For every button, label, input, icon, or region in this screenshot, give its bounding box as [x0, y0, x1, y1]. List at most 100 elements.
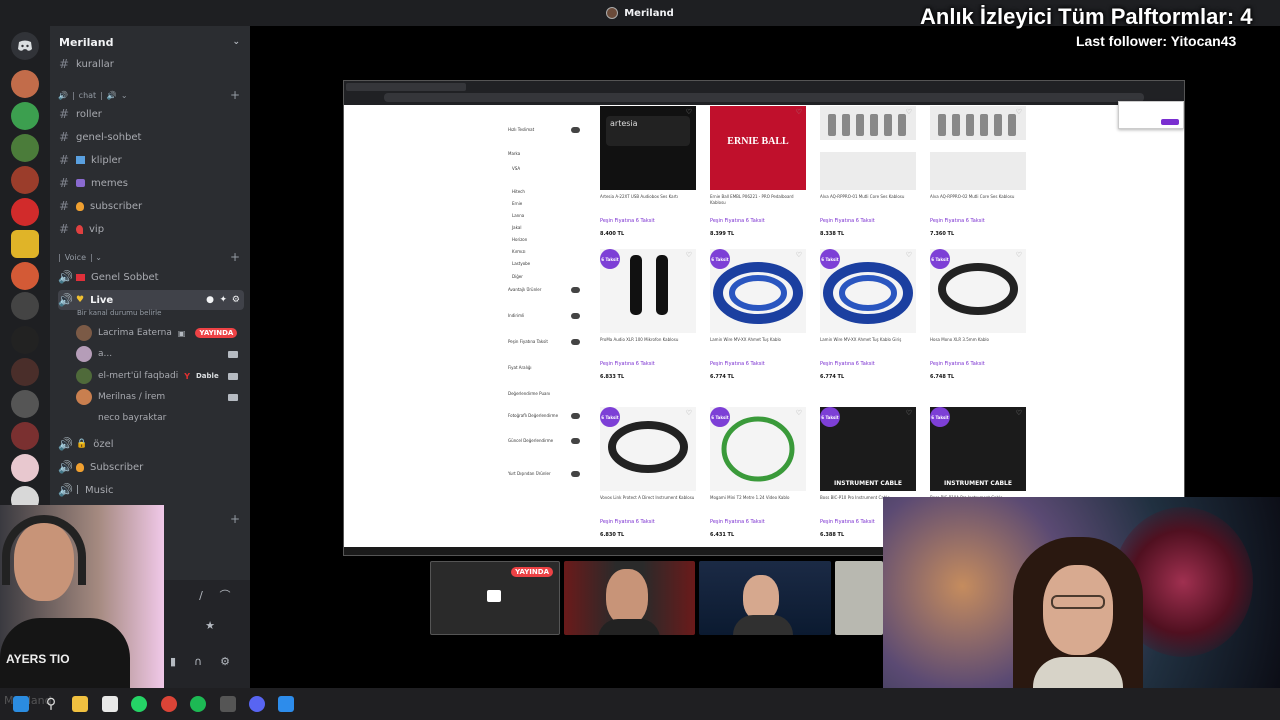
add-channel-icon[interactable]: +: [230, 88, 240, 102]
filter-row[interactable]: Fiyat Aralığı: [508, 365, 580, 373]
toggle-switch[interactable]: [571, 413, 580, 419]
heart-icon[interactable]: ♡: [796, 108, 802, 116]
product-title[interactable]: Alva AQ-RPPRO-01 Mutli Core Ses Kablosu: [820, 194, 916, 200]
product-card[interactable]: 6 Taksit ♡ Hosa Mono XLR 3.5mm Kablo Peşin …: [930, 249, 1028, 389]
app-icon[interactable]: [278, 696, 294, 712]
gear-icon[interactable]: ⚙: [219, 656, 231, 668]
toggle-switch[interactable]: [571, 471, 580, 477]
obs-icon[interactable]: [220, 696, 236, 712]
filter-row[interactable]: Yurt Dışından Ürünler: [508, 471, 580, 479]
heart-icon[interactable]: ♡: [906, 409, 912, 417]
product-card[interactable]: 6 Taksit ♡ Lamin Wire MV-XX Ahmet Tuş Kabl…: [820, 249, 918, 389]
product-title[interactable]: Hosa Mono XLR 3.5mm Kablo: [930, 337, 1026, 343]
product-card[interactable]: 6 Taksit ♡ ProMa Audio XLR 100 Mikrofon Ka…: [600, 249, 698, 389]
heart-icon[interactable]: ♡: [686, 409, 692, 417]
voice-channel-subscriber[interactable]: 🔊 Subscriber: [58, 457, 244, 477]
server-avatar-9[interactable]: [11, 326, 39, 354]
channel-kurallar[interactable]: # kurallar: [58, 54, 244, 74]
search-icon[interactable]: ⚲: [43, 696, 59, 712]
product-title[interactable]: Vovox Link Protect A Direct Instrument K…: [600, 495, 696, 501]
filter-row[interactable]: Peşin Fiyatına Taksit: [508, 339, 580, 347]
product-image[interactable]: [820, 106, 916, 190]
webcam-tile-4[interactable]: [835, 561, 883, 635]
product-card[interactable]: artesia ♡ Artesia A-22XT USB Audiobox Ses …: [600, 106, 698, 246]
filter-row[interactable]: Horizon: [512, 237, 584, 245]
product-card[interactable]: ♡ Alva AQ-RPPRO-02 Mutli Core Ses Kablosu…: [930, 106, 1028, 246]
voice-channel-ozel[interactable]: 🔊 🔒 özel: [58, 434, 244, 454]
server-avatar-7[interactable]: [11, 262, 39, 290]
category-voice[interactable]: | Voice | ⌄ +: [58, 249, 244, 265]
activity-icon[interactable]: ★: [204, 620, 216, 632]
spotify-icon[interactable]: [190, 696, 206, 712]
webcam-tile-3[interactable]: [699, 561, 831, 635]
server-avatar-3[interactable]: [11, 134, 39, 162]
product-title[interactable]: Mogami Mini T2 Metre 1.24 Video Kablo: [710, 495, 806, 501]
filter-row[interactable]: Indirimli: [508, 313, 580, 321]
product-title[interactable]: Lamin Wire MV-XX Ahmet Tuş Kablo: [710, 337, 806, 343]
heart-icon[interactable]: ♡: [796, 409, 802, 417]
heart-icon[interactable]: ♡: [1016, 409, 1022, 417]
address-bar[interactable]: [384, 93, 1144, 102]
filter-row[interactable]: Ernie: [512, 201, 584, 209]
mic-icon[interactable]: ▮: [167, 656, 179, 668]
product-card[interactable]: 6 Taksit ♡ Lamin Wire MV-XX Ahmet Tuş Kabl…: [710, 249, 808, 389]
heart-icon[interactable]: ♡: [1016, 251, 1022, 259]
heart-icon[interactable]: ♡: [796, 251, 802, 259]
server-avatar-1[interactable]: [11, 70, 39, 98]
channel-genel-sohbet[interactable]: # genel-sohbet: [58, 127, 244, 147]
product-image[interactable]: ERNIE BALL: [710, 106, 806, 190]
noise-suppression-icon[interactable]: ∕: [195, 590, 207, 602]
disconnect-icon[interactable]: ⌒: [219, 590, 231, 602]
voice-channel-music[interactable]: 🔊 | Music: [58, 480, 244, 500]
filter-row[interactable]: Lanna: [512, 213, 584, 221]
discord-home-icon[interactable]: [11, 32, 39, 60]
product-title[interactable]: ProMa Audio XLR 100 Mikrofon Kablosu: [600, 337, 696, 343]
toggle-switch[interactable]: [571, 127, 580, 133]
voice-user-5[interactable]: neco bayraktar: [76, 408, 244, 428]
filter-row[interactable]: Kırmızı: [512, 249, 584, 257]
notification-popup[interactable]: [1118, 101, 1184, 129]
server-avatar-6[interactable]: [11, 230, 39, 258]
filter-row[interactable]: Lastyobe: [512, 261, 584, 269]
headphones-icon[interactable]: ∩: [192, 656, 204, 668]
product-card[interactable]: 6 Taksit ♡ Mogami Mini T2 Metre 1.24 Video…: [710, 407, 808, 547]
voice-user-1[interactable]: Lacrima Eaterna ▣ YAYINDA: [76, 323, 244, 343]
heart-icon[interactable]: ♡: [906, 108, 912, 116]
filter-row[interactable]: Diğer: [512, 274, 584, 282]
server-avatar-4[interactable]: [11, 166, 39, 194]
screen-share-browser[interactable]: Hızlı Teslimat Marka VSA Hitech Ernie Lanna Ja…: [343, 80, 1185, 556]
chrome-icon[interactable]: [161, 696, 177, 712]
filter-row[interactable]: Hızlı Teslimat: [508, 127, 580, 135]
calculator-icon[interactable]: [102, 696, 118, 712]
chat-icon[interactable]: ●: [206, 295, 214, 305]
server-avatar-10[interactable]: [11, 358, 39, 386]
toggle-switch[interactable]: [571, 287, 580, 293]
toggle-switch[interactable]: [571, 438, 580, 444]
voice-channel-live[interactable]: 🔊 ♥ Live ● ✦ ⚙: [58, 290, 244, 310]
webcam-tile-2[interactable]: [564, 561, 695, 635]
channel-memes[interactable]: # memes: [58, 173, 244, 193]
add-icon[interactable]: +: [230, 512, 240, 526]
browser-tab[interactable]: [346, 83, 466, 91]
product-image[interactable]: artesia: [600, 106, 696, 190]
category-chat[interactable]: 🔊 | chat | 🔊 ⌄ +: [58, 87, 244, 103]
popup-button[interactable]: [1161, 119, 1179, 125]
whatsapp-icon[interactable]: [131, 696, 147, 712]
voice-channel-genel-sobbet[interactable]: 🔊 Genel Sobbet: [58, 267, 244, 287]
heart-icon[interactable]: ♡: [906, 251, 912, 259]
product-title[interactable]: Lamin Wire MV-XX Ahmet Tuş Kablo Giriş: [820, 337, 916, 343]
product-title[interactable]: Artesia A-22XT USB Audiobox Ses Kartı: [600, 194, 696, 200]
voice-user-4[interactable]: Merilnas / İrem: [76, 387, 244, 407]
voice-user-3[interactable]: el-mert'ül faqbadi Y Dable: [76, 366, 244, 386]
heart-icon[interactable]: ♡: [1016, 108, 1022, 116]
gear-icon[interactable]: ⚙: [232, 295, 240, 305]
product-card[interactable]: 6 Taksit ♡ Vovox Link Protect A Direct Ins…: [600, 407, 698, 547]
product-card[interactable]: ERNIE BALL ♡ Ernie Ball EMBL P06221 - PRO …: [710, 106, 808, 246]
toggle-switch[interactable]: [571, 313, 580, 319]
stream-tile[interactable]: YAYINDA: [430, 561, 560, 635]
channel-subscriber[interactable]: # subscriber: [58, 196, 244, 216]
toggle-switch[interactable]: [571, 339, 580, 345]
filter-row[interactable]: Fotoğraflı Değerlendirme: [508, 413, 580, 421]
product-image[interactable]: [930, 106, 1026, 190]
product-title[interactable]: Ernie Ball EMBL P06221 - PRO Pedalboard …: [710, 194, 806, 206]
